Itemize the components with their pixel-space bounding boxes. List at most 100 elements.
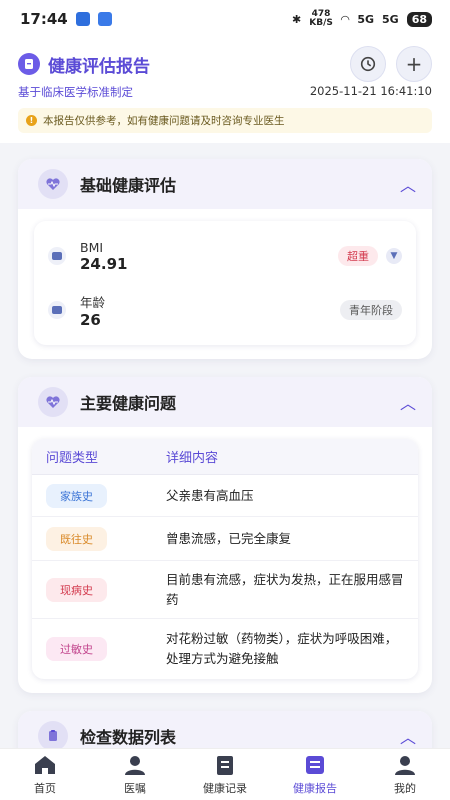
main-issues-title: 主要健康问题 xyxy=(80,394,177,413)
nav-item-records[interactable]: 健康记录 xyxy=(185,753,265,796)
table-row: 现病史 目前患有流感，症状为发热，正在服用感冒药 xyxy=(32,561,418,619)
home-icon xyxy=(35,756,55,774)
bmi-status-badge: 超重 xyxy=(338,246,378,266)
bmi-label: BMI xyxy=(80,239,104,255)
col-type-header: 问题类型 xyxy=(46,451,99,466)
content: 基础健康评估 ︿ BMI 24.91 超重 ▼ 年龄 26 青年阶段 主要健康问… xyxy=(0,143,450,761)
report-icon xyxy=(306,756,324,774)
bmi-right: 超重 ▼ xyxy=(338,246,402,266)
status-left: 17:44 xyxy=(20,10,112,28)
page-title: 健康评估报告 xyxy=(48,56,150,77)
calendar-icon xyxy=(48,301,66,319)
add-button[interactable]: + xyxy=(396,46,432,82)
doctor-icon xyxy=(125,756,145,775)
chevron-up-icon[interactable]: ︿ xyxy=(400,724,416,748)
issues-table: 问题类型 详细内容 家族史 父亲患有高血压 既往史 曾患流感，已完全康复 现病史… xyxy=(32,439,418,679)
sub-row: 基于临床医学标准制定 2025-11-21 16:41:10 xyxy=(18,84,432,100)
detail-cell: 父亲患有高血压 xyxy=(166,487,254,503)
notice-bar: ! 本报告仅供参考，如有健康问题请及时咨询专业医生 xyxy=(18,108,432,133)
basic-metrics: BMI 24.91 超重 ▼ 年龄 26 青年阶段 xyxy=(34,221,416,345)
nav-label: 我的 xyxy=(394,782,416,795)
header-actions: + xyxy=(350,46,432,82)
table-row: 过敏史 对花粉过敏（药物类），症状为呼吸困难，处理方式为避免接触 xyxy=(32,619,418,679)
main-issues-header[interactable]: 主要健康问题 ︿ xyxy=(18,377,432,427)
basic-assessment-header[interactable]: 基础健康评估 ︿ xyxy=(18,159,432,209)
card-head-left: 检查数据列表 xyxy=(38,721,176,751)
age-right: 青年阶段 xyxy=(340,300,402,320)
nav-item-report[interactable]: 健康报告 xyxy=(275,753,355,796)
notice-text: 本报告仅供参考，如有健康问题请及时咨询专业医生 xyxy=(43,115,285,127)
net-speed-unit: KB/S xyxy=(309,18,333,28)
alipay-notification-icon xyxy=(97,12,112,26)
user-icon xyxy=(395,756,415,775)
bmi-row: BMI 24.91 超重 ▼ xyxy=(48,229,402,283)
age-label: 年龄 xyxy=(80,294,106,310)
card-head-left: 主要健康问题 xyxy=(38,387,176,417)
report-timestamp: 2025-11-21 16:41:10 xyxy=(309,84,432,98)
history-icon xyxy=(360,56,376,72)
app-notification-icon xyxy=(75,12,90,26)
clipboard-icon xyxy=(217,756,233,775)
bmi-left: BMI 24.91 xyxy=(48,240,127,273)
detail-cell: 对花粉过敏（药物类），症状为呼吸困难，处理方式为避免接触 xyxy=(166,631,398,666)
history-button[interactable] xyxy=(350,46,386,82)
bmi-text: BMI 24.91 xyxy=(80,240,127,273)
type-cell: 家族史 xyxy=(46,483,166,508)
report-icon xyxy=(18,53,40,75)
type-cell: 现病史 xyxy=(46,577,166,602)
nav-item-home[interactable]: 首页 xyxy=(5,753,85,796)
title-wrap: 健康评估报告 xyxy=(18,52,150,77)
age-value: 26 xyxy=(80,310,101,329)
add-icon: + xyxy=(405,52,423,76)
page-header: 健康评估报告 + 基于临床医学标准制定 2025-11-21 16:41:10 … xyxy=(0,38,450,143)
chevron-up-icon[interactable]: ︿ xyxy=(400,172,416,196)
table-row: 既往史 曾患流感，已完全康复 xyxy=(32,517,418,561)
chevron-up-icon[interactable]: ︿ xyxy=(400,390,416,414)
age-row: 年龄 26 青年阶段 xyxy=(48,283,402,337)
age-status-badge: 青年阶段 xyxy=(340,300,402,320)
nav-item-orders[interactable]: 医嘱 xyxy=(95,753,175,796)
exam-data-title: 检查数据列表 xyxy=(80,728,177,747)
detail-cell: 目前患有流感，症状为发热，正在服用感冒药 xyxy=(166,571,404,607)
type-cell: 过敏史 xyxy=(46,637,166,661)
nav-label: 健康记录 xyxy=(203,782,247,795)
battery-icon: 68 xyxy=(406,11,432,27)
age-left: 年龄 26 xyxy=(48,292,105,329)
status-time: 17:44 xyxy=(20,10,68,28)
issues-table-header: 问题类型 详细内容 xyxy=(32,439,418,475)
type-tag: 过敏史 xyxy=(46,637,107,661)
type-tag: 现病史 xyxy=(46,577,107,602)
header-row: 健康评估报告 + xyxy=(18,46,432,82)
status-right: ✱ 478 KB/S ◠ 5G 5G 68 xyxy=(292,10,432,28)
age-text: 年龄 26 xyxy=(80,292,105,329)
nav-item-profile[interactable]: 我的 xyxy=(365,753,445,796)
bmi-value: 24.91 xyxy=(80,254,128,273)
bottom-nav: 首页 医嘱 健康记录 健康报告 我的 xyxy=(0,748,450,800)
main-issues-card: 主要健康问题 ︿ 问题类型 详细内容 家族史 父亲患有高血压 既往史 曾患流感，… xyxy=(18,377,432,693)
type-cell: 既往史 xyxy=(46,526,166,551)
info-icon: ! xyxy=(26,115,37,126)
heart-pulse-icon xyxy=(38,169,68,199)
net-speed: 478 KB/S xyxy=(309,10,333,28)
wifi-icon: ◠ xyxy=(340,12,350,26)
detail-cell: 曾患流感，已完全康复 xyxy=(166,530,292,546)
nav-label: 首页 xyxy=(34,782,56,795)
nav-label: 健康报告 xyxy=(293,782,337,795)
card-head-left: 基础健康评估 xyxy=(38,169,176,199)
basic-assessment-card: 基础健康评估 ︿ BMI 24.91 超重 ▼ 年龄 26 青年阶段 xyxy=(18,159,432,359)
scale-icon xyxy=(48,247,66,265)
col-detail-header: 详细内容 xyxy=(166,451,219,466)
signal-1-icon: 5G xyxy=(357,12,374,26)
type-tag: 既往史 xyxy=(46,526,107,551)
signal-2-icon: 5G xyxy=(382,12,399,26)
bluetooth-icon: ✱ xyxy=(292,12,302,26)
chevron-down-icon[interactable]: ▼ xyxy=(386,248,402,264)
heart-pulse-icon xyxy=(38,387,68,417)
nav-label: 医嘱 xyxy=(124,782,146,795)
type-tag: 家族史 xyxy=(46,483,107,508)
status-bar: 17:44 ✱ 478 KB/S ◠ 5G 5G 68 xyxy=(0,0,450,38)
basic-assessment-title: 基础健康评估 xyxy=(80,176,177,195)
table-row: 家族史 父亲患有高血压 xyxy=(32,475,418,517)
subtitle: 基于临床医学标准制定 xyxy=(18,85,133,99)
clipboard-icon xyxy=(38,721,68,751)
